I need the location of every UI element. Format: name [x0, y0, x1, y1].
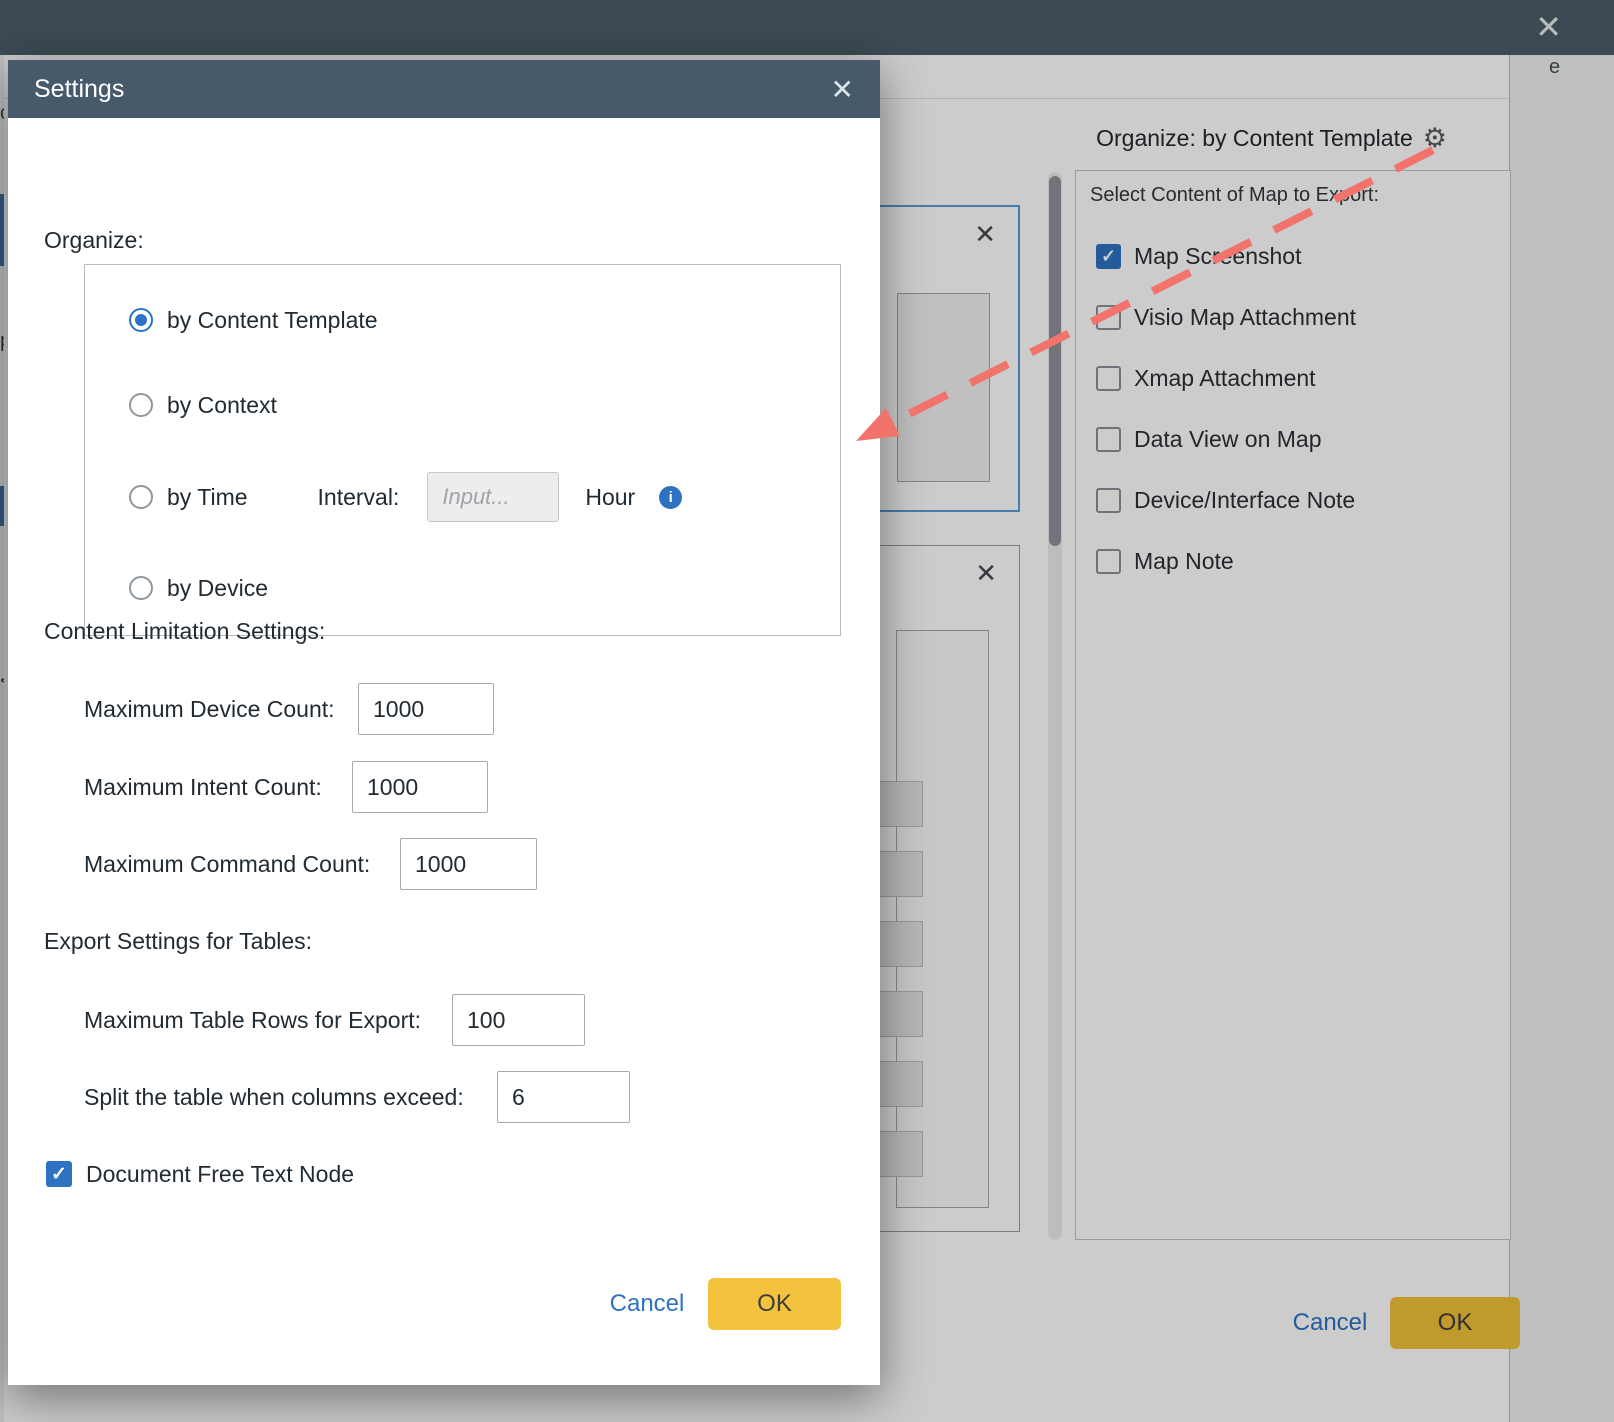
max-table-rows-label: Maximum Table Rows for Export: [84, 994, 421, 1046]
content-limitation-heading: Content Limitation Settings: [44, 618, 325, 645]
radio-label: by Content Template [167, 307, 378, 334]
radio-by-content-template[interactable]: by Content Template [129, 303, 378, 337]
radio-label: by Context [167, 392, 277, 419]
radio-by-device[interactable]: by Device [129, 571, 268, 605]
max-table-rows-input[interactable] [452, 994, 585, 1046]
settings-ok-button[interactable]: OK [708, 1278, 841, 1330]
radio-label: by Time [167, 484, 248, 511]
max-command-count-label: Maximum Command Count: [84, 838, 370, 890]
settings-title: Settings [34, 75, 124, 104]
settings-cancel-button[interactable]: Cancel [607, 1278, 687, 1330]
settings-titlebar: Settings ✕ [8, 60, 880, 118]
interval-unit-label: Hour [585, 484, 635, 511]
organize-options-group: by Content Template by Context by Time I… [84, 264, 841, 636]
split-columns-input[interactable] [497, 1071, 630, 1123]
screen: ✕ o p < e Organize: by Content Template … [0, 0, 1614, 1422]
max-command-count-input[interactable] [400, 838, 537, 890]
interval-input[interactable] [427, 472, 559, 522]
document-free-text-label: Document Free Text Node [86, 1161, 354, 1188]
organize-section-label: Organize: [44, 227, 144, 254]
max-intent-count-input[interactable] [352, 761, 488, 813]
interval-label: Interval: [318, 484, 400, 511]
max-intent-count-label: Maximum Intent Count: [84, 761, 322, 813]
max-device-count-input[interactable] [358, 683, 494, 735]
radio-icon[interactable] [129, 576, 153, 600]
radio-by-time[interactable]: by Time Interval: Hour i [129, 472, 682, 522]
info-icon[interactable]: i [659, 486, 682, 509]
checkbox-checked-icon[interactable] [46, 1161, 72, 1187]
radio-label: by Device [167, 575, 268, 602]
export-tables-heading: Export Settings for Tables: [44, 928, 312, 955]
radio-icon[interactable] [129, 393, 153, 417]
radio-selected-icon[interactable] [129, 308, 153, 332]
radio-by-context[interactable]: by Context [129, 388, 277, 422]
document-free-text-checkbox-row[interactable]: Document Free Text Node [46, 1157, 354, 1191]
max-device-count-label: Maximum Device Count: [84, 683, 335, 735]
settings-close-icon[interactable]: ✕ [831, 73, 854, 106]
radio-icon[interactable] [129, 485, 153, 509]
settings-dialog: Settings ✕ Organize: by Content Template… [8, 60, 880, 1385]
split-columns-label: Split the table when columns exceed: [84, 1071, 464, 1123]
